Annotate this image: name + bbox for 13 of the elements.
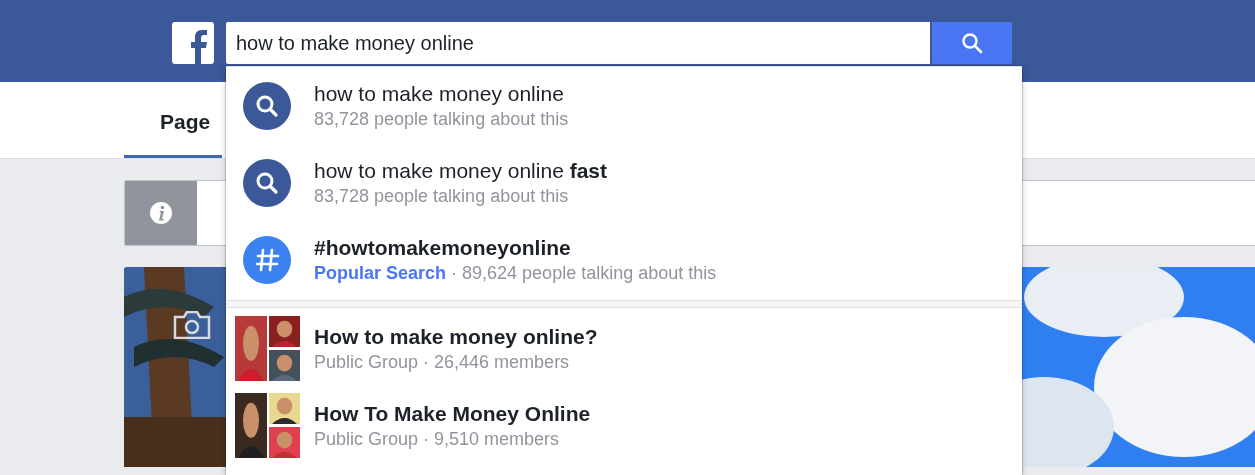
search-field[interactable]: how to make money online (226, 22, 930, 64)
suggestion-title[interactable]: how to make money online (314, 80, 569, 107)
search-button[interactable] (932, 22, 1012, 64)
search-icon (243, 158, 291, 207)
suggestion-subtitle: 83,728 people talking about this (314, 184, 569, 208)
page-tab[interactable]: Page (124, 82, 222, 158)
suggestion-title[interactable]: how to make money online fast (314, 157, 607, 184)
suggestion-subtitle: 83,728 people talking about this (314, 107, 569, 131)
search-icon (961, 32, 983, 54)
search-icon (243, 81, 291, 130)
info-icon (149, 201, 173, 225)
logo-icon[interactable] (172, 22, 214, 64)
suggestion-title[interactable]: #howtomakemoneyonline (314, 234, 717, 261)
